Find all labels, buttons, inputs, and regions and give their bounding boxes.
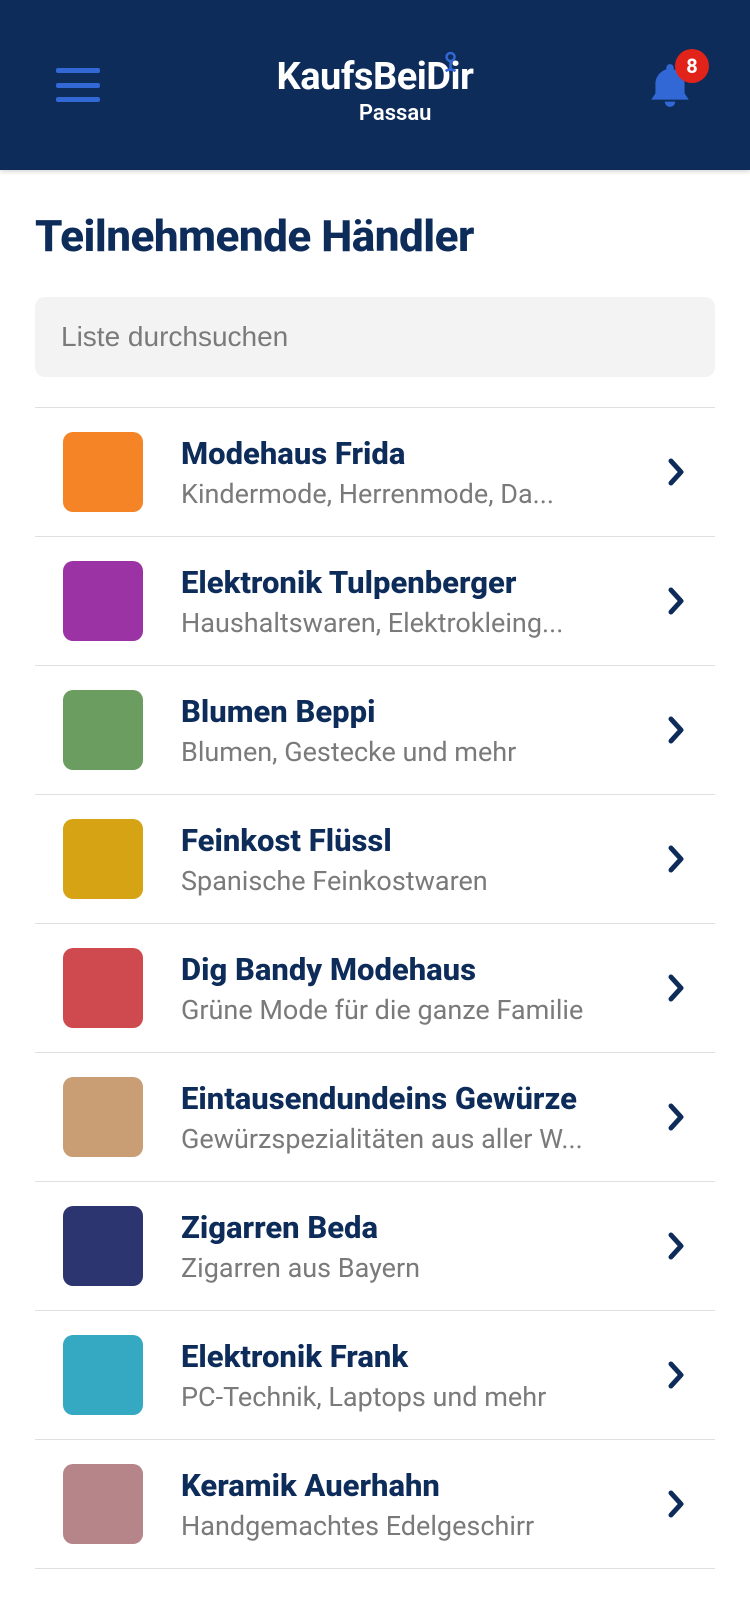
merchant-text: Dig Bandy Modehaus Grüne Mode für die gan… bbox=[181, 951, 657, 1026]
merchant-text: Modehaus Frida Kindermode, Herrenmode, Da… bbox=[181, 435, 657, 510]
notification-badge: 8 bbox=[675, 49, 709, 83]
merchant-list: Modehaus Frida Kindermode, Herrenmode, Da… bbox=[35, 407, 715, 1569]
merchant-subtitle: PC-Technik, Laptops und mehr bbox=[181, 1381, 657, 1413]
notifications-button[interactable]: 8 bbox=[645, 55, 695, 119]
merchant-item[interactable]: Keramik Auerhahn Handgemachtes Edelgeschi… bbox=[35, 1440, 715, 1569]
chevron-right-icon bbox=[667, 457, 685, 487]
merchant-subtitle: Spanische Feinkostwaren bbox=[181, 865, 657, 897]
merchant-item[interactable]: Blumen Beppi Blumen, Gestecke und mehr bbox=[35, 666, 715, 795]
merchant-subtitle: Blumen, Gestecke und mehr bbox=[181, 736, 657, 768]
merchant-item[interactable]: Elektronik Frank PC-Technik, Laptops und … bbox=[35, 1311, 715, 1440]
merchant-name: Elektronik Frank bbox=[181, 1338, 657, 1375]
merchant-item[interactable]: Zigarren Beda Zigarren aus Bayern bbox=[35, 1182, 715, 1311]
merchant-subtitle: Kindermode, Herrenmode, Da... bbox=[181, 478, 657, 510]
merchant-text: Zigarren Beda Zigarren aus Bayern bbox=[181, 1209, 657, 1284]
chevron-right-icon bbox=[667, 844, 685, 874]
menu-button[interactable] bbox=[56, 68, 100, 102]
merchant-text: Keramik Auerhahn Handgemachtes Edelgeschi… bbox=[181, 1467, 657, 1542]
pin-icon bbox=[442, 39, 458, 83]
merchant-subtitle: Gewürzspezialitäten aus aller W... bbox=[181, 1123, 657, 1155]
merchant-text: Feinkost Flüssl Spanische Feinkostwaren bbox=[181, 822, 657, 897]
merchant-item[interactable]: Dig Bandy Modehaus Grüne Mode für die gan… bbox=[35, 924, 715, 1053]
merchant-color-tile bbox=[63, 690, 143, 770]
merchant-text: Elektronik Frank PC-Technik, Laptops und … bbox=[181, 1338, 657, 1413]
merchant-item[interactable]: Elektronik Tulpenberger Haushaltswaren, E… bbox=[35, 537, 715, 666]
merchant-color-tile bbox=[63, 561, 143, 641]
merchant-name: Keramik Auerhahn bbox=[181, 1467, 657, 1504]
merchant-name: Elektronik Tulpenberger bbox=[181, 564, 657, 601]
app-header: KaufsBeiDir Passau 8 bbox=[0, 0, 750, 170]
merchant-text: Elektronik Tulpenberger Haushaltswaren, E… bbox=[181, 564, 657, 639]
chevron-right-icon bbox=[667, 1231, 685, 1261]
merchant-name: Blumen Beppi bbox=[181, 693, 657, 730]
merchant-color-tile bbox=[63, 1077, 143, 1157]
merchant-subtitle: Zigarren aus Bayern bbox=[181, 1252, 657, 1284]
merchant-item[interactable]: Eintausendundeins Gewürze Gewürzspezialit… bbox=[35, 1053, 715, 1182]
merchant-name: Feinkost Flüssl bbox=[181, 822, 657, 859]
merchant-color-tile bbox=[63, 432, 143, 512]
merchant-item[interactable]: Feinkost Flüssl Spanische Feinkostwaren bbox=[35, 795, 715, 924]
main-content: Teilnehmende Händler Modehaus Frida Kinde… bbox=[0, 170, 750, 1569]
merchant-color-tile bbox=[63, 1464, 143, 1544]
merchant-subtitle: Handgemachtes Edelgeschirr bbox=[181, 1510, 657, 1542]
merchant-color-tile bbox=[63, 819, 143, 899]
merchant-subtitle: Haushaltswaren, Elektrokleing... bbox=[181, 607, 657, 639]
chevron-right-icon bbox=[667, 586, 685, 616]
merchant-name: Zigarren Beda bbox=[181, 1209, 657, 1246]
merchant-name: Dig Bandy Modehaus bbox=[181, 951, 657, 988]
merchant-color-tile bbox=[63, 1206, 143, 1286]
page-title: Teilnehmende Händler bbox=[35, 210, 715, 262]
chevron-right-icon bbox=[667, 1102, 685, 1132]
search-input[interactable] bbox=[35, 297, 715, 377]
location-label: Passau bbox=[277, 101, 474, 126]
merchant-subtitle: Grüne Mode für die ganze Familie bbox=[181, 994, 657, 1026]
chevron-right-icon bbox=[667, 715, 685, 745]
merchant-item[interactable]: Modehaus Frida Kindermode, Herrenmode, Da… bbox=[35, 408, 715, 537]
merchant-color-tile bbox=[63, 1335, 143, 1415]
chevron-right-icon bbox=[667, 1489, 685, 1519]
app-logo: KaufsBeiDir Passau bbox=[277, 55, 474, 126]
chevron-right-icon bbox=[667, 1360, 685, 1390]
chevron-right-icon bbox=[667, 973, 685, 1003]
merchant-name: Eintausendundeins Gewürze bbox=[181, 1080, 657, 1117]
merchant-text: Blumen Beppi Blumen, Gestecke und mehr bbox=[181, 693, 657, 768]
merchant-color-tile bbox=[63, 948, 143, 1028]
merchant-text: Eintausendundeins Gewürze Gewürzspezialit… bbox=[181, 1080, 657, 1155]
app-name: KaufsBeiDir bbox=[277, 55, 474, 99]
merchant-name: Modehaus Frida bbox=[181, 435, 657, 472]
